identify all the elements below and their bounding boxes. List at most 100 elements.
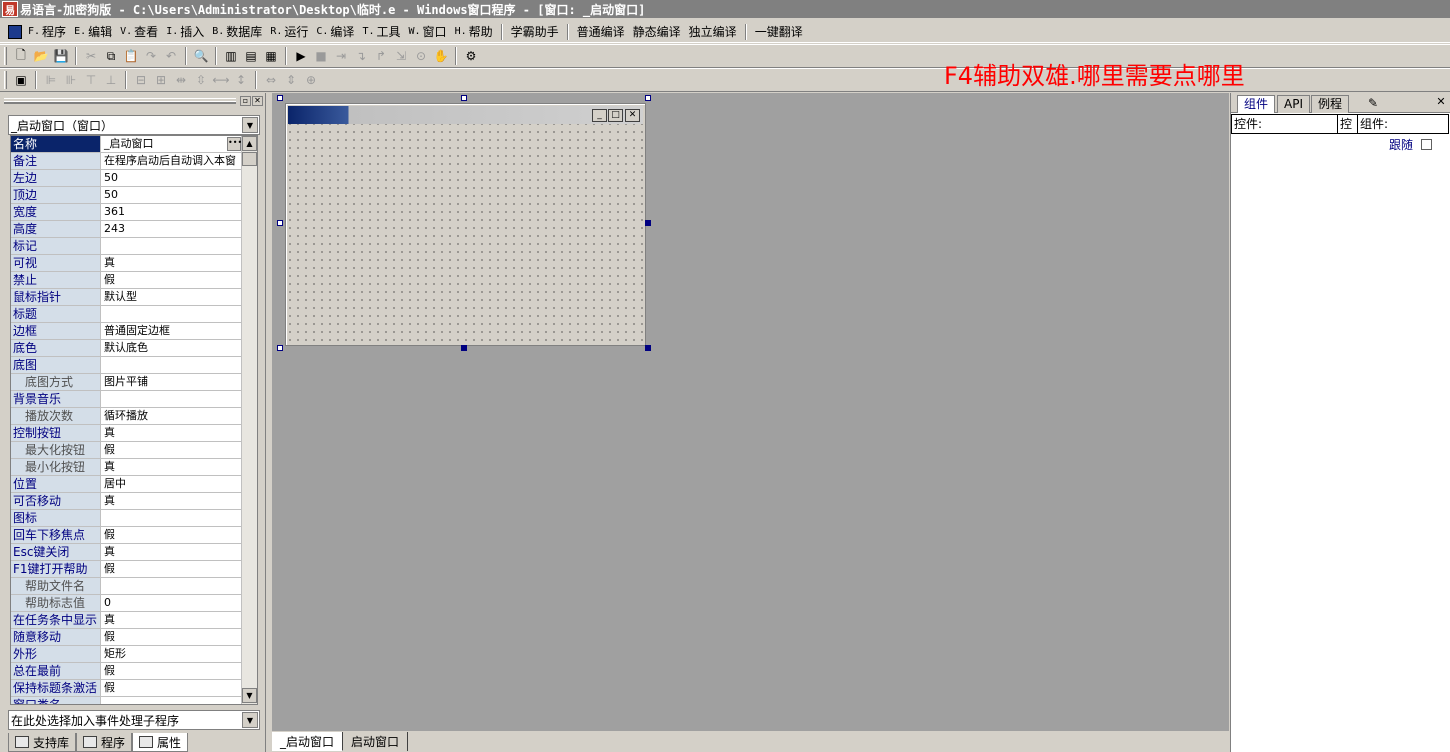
property-row[interactable]: 背景音乐 (11, 391, 243, 408)
property-value[interactable]: 真 (101, 255, 243, 271)
center-in-form-v-icon[interactable]: ⇕ (281, 70, 301, 90)
resize-handle[interactable] (277, 220, 283, 226)
event-selector[interactable]: 在此处选择加入事件处理子程序 ▼ (8, 710, 260, 730)
component-field[interactable]: 组件: (1358, 115, 1448, 133)
property-row[interactable]: 边框 普通固定边框 (11, 323, 243, 340)
property-value[interactable] (101, 510, 243, 526)
property-row[interactable]: 宽度 361 (11, 204, 243, 221)
property-scrollbar[interactable]: ▲ ▼ (241, 136, 257, 704)
property-row[interactable]: 名称 _启动窗口 ••• (11, 136, 243, 153)
property-value[interactable]: 图片平铺 (101, 374, 243, 390)
property-value[interactable]: 假 (101, 663, 243, 679)
property-value[interactable]: 居中 (101, 476, 243, 492)
property-value[interactable] (101, 697, 243, 704)
property-value[interactable]: 假 (101, 561, 243, 577)
panel-header[interactable]: ▫ ✕ (4, 96, 263, 106)
property-row[interactable]: 左边 50 (11, 170, 243, 187)
property-row[interactable]: Esc键关闭真 (11, 544, 243, 561)
tab-examples[interactable]: 例程 (1311, 95, 1350, 113)
center-horizontal-icon[interactable]: ⊟ (131, 70, 151, 90)
app-icon[interactable]: 易 (2, 1, 18, 17)
scroll-thumb[interactable] (242, 152, 257, 166)
menu-static-compile[interactable]: 静态编译 (629, 22, 685, 42)
property-row[interactable]: 随意移动假 (11, 629, 243, 646)
toolbar-grip[interactable] (4, 47, 7, 65)
step-into-icon[interactable]: ↴ (351, 46, 371, 66)
layout-split-icon[interactable]: ▤ (241, 46, 261, 66)
layout-window-icon[interactable]: ▦ (261, 46, 281, 66)
menu-insert[interactable]: I. 插入 (162, 22, 208, 42)
property-value[interactable]: 361 (101, 204, 243, 220)
property-row[interactable]: 标题 (11, 306, 243, 323)
property-value[interactable]: 假 (101, 680, 243, 696)
maximize-icon[interactable]: □ (608, 109, 623, 122)
property-row[interactable]: F1键打开帮助假 (11, 561, 243, 578)
save-icon[interactable]: 💾 (51, 46, 71, 66)
undo-icon[interactable]: ↶ (161, 46, 181, 66)
run-icon[interactable]: ▶ (291, 46, 311, 66)
chevron-down-icon[interactable]: ▼ (242, 712, 258, 728)
close-icon[interactable]: ✕ (252, 96, 263, 106)
align-top-icon[interactable]: ⊤ (81, 70, 101, 90)
property-value[interactable]: 循环播放 (101, 408, 243, 424)
property-row[interactable]: 外形 矩形 (11, 646, 243, 663)
property-value[interactable]: 矩形 (101, 646, 243, 662)
menu-app-icon[interactable] (8, 24, 22, 39)
paste-icon[interactable]: 📋 (121, 46, 141, 66)
property-value[interactable]: 假 (101, 629, 243, 645)
startup-window-preview[interactable]: _ □ ✕ (285, 103, 646, 346)
menu-compile[interactable]: C. 编译 (312, 22, 358, 42)
property-value[interactable]: 50 (101, 187, 243, 203)
align-bottom-icon[interactable]: ⊥ (101, 70, 121, 90)
property-value[interactable] (101, 391, 243, 407)
close-icon[interactable]: ✕ (1435, 96, 1447, 108)
restore-icon[interactable]: ▫ (240, 96, 251, 106)
property-row[interactable]: 保持标题条激活假 (11, 680, 243, 697)
property-row[interactable]: 禁止假 (11, 272, 243, 289)
resize-handle[interactable] (461, 95, 467, 101)
component-tool-icon[interactable]: ✎ (1363, 93, 1383, 113)
menu-help[interactable]: H. 帮助 (451, 22, 497, 42)
property-row[interactable]: 高度 243 (11, 221, 243, 238)
property-row[interactable]: 在任务条中显示真 (11, 612, 243, 629)
step-over-icon[interactable]: ⇥ (331, 46, 351, 66)
menu-tools[interactable]: T. 工具 (358, 22, 404, 42)
property-row[interactable]: 最小化按钮真 (11, 459, 243, 476)
property-value[interactable]: 真 (101, 425, 243, 441)
form-icon[interactable]: ▣ (11, 70, 31, 90)
property-row[interactable]: 最大化按钮假 (11, 442, 243, 459)
property-value[interactable]: 真 (101, 459, 243, 475)
property-value[interactable] (101, 306, 243, 322)
property-value[interactable]: 真 (101, 493, 243, 509)
property-row[interactable]: 播放次数 循环播放 (11, 408, 243, 425)
form-designer-canvas[interactable]: _ □ ✕ (272, 93, 1229, 731)
tab-startup-window-code[interactable]: 启动窗口 (343, 732, 409, 751)
object-selector[interactable]: _启动窗口（窗口） ▼ (8, 115, 260, 135)
layout-panel-icon[interactable]: ▥ (221, 46, 241, 66)
property-value[interactable] (101, 238, 243, 254)
step-out-icon[interactable]: ↱ (371, 46, 391, 66)
property-row[interactable]: 帮助标志值 0 (11, 595, 243, 612)
menu-study-helper[interactable]: 学霸助手 (507, 22, 563, 42)
tab-api[interactable]: API (1277, 95, 1310, 113)
same-width-icon[interactable]: ⇹ (171, 70, 191, 90)
property-value[interactable]: 在程序启动后自动调入本窗 (101, 153, 243, 169)
find-icon[interactable]: 🔍 (191, 46, 211, 66)
property-row[interactable]: 底色 默认底色 (11, 340, 243, 357)
property-value[interactable] (101, 357, 243, 373)
tab-properties[interactable]: 属性 (132, 733, 189, 752)
property-value[interactable] (101, 578, 243, 594)
space-horizontal-icon[interactable]: ⟷ (211, 70, 231, 90)
property-value[interactable]: 50 (101, 170, 243, 186)
tab-components[interactable]: 组件 (1237, 95, 1276, 113)
breakpoint-icon[interactable]: ⊙ (411, 46, 431, 66)
property-row[interactable]: 备注 在程序启动后自动调入本窗 (11, 153, 243, 170)
center-vertical-icon[interactable]: ⊞ (151, 70, 171, 90)
resize-handle[interactable] (461, 345, 467, 351)
property-row[interactable]: 可视真 (11, 255, 243, 272)
close-icon[interactable]: ✕ (625, 109, 640, 122)
toolbar-grip[interactable] (4, 71, 7, 89)
scroll-up-icon[interactable]: ▲ (242, 136, 257, 151)
ellipsis-button[interactable]: ••• (227, 137, 242, 151)
minimize-icon[interactable]: _ (592, 109, 607, 122)
